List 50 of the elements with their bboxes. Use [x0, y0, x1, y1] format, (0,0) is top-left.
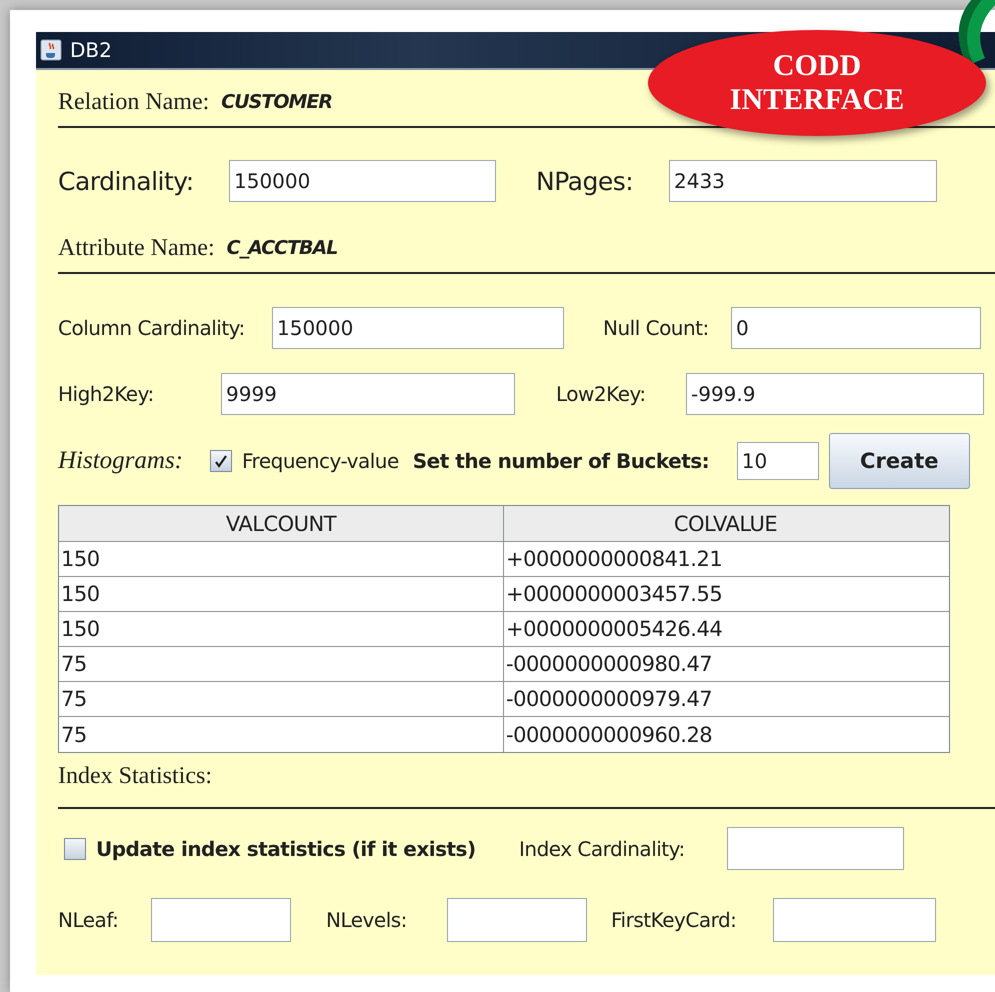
column-header[interactable]: VALCOUNT	[59, 506, 504, 541]
high2key-label: High2Key:	[58, 382, 155, 406]
npages-field[interactable]: 2433	[669, 160, 937, 202]
null-count-label: Null Count:	[602, 316, 710, 340]
table-cell: 150	[59, 577, 504, 611]
index-cardinality-field[interactable]	[727, 827, 904, 870]
window-title: DB2	[70, 38, 112, 62]
column-cardinality-label: Column Cardinality:	[58, 316, 246, 340]
column-cardinality-field[interactable]: 150000	[272, 307, 564, 349]
table-cell: 150	[59, 612, 504, 646]
histograms-label: Histograms:	[58, 447, 184, 475]
column-header[interactable]: COLVALUE	[504, 506, 947, 541]
nlevels-field[interactable]	[447, 898, 587, 942]
table-cell-text: +0000000003457.55	[505, 581, 724, 608]
table-cell-text: +0000000000841.21	[505, 546, 724, 573]
table-cell-text: +0000000005426.44	[505, 616, 724, 643]
nleaf-label: NLeaf:	[58, 908, 120, 932]
nlevels-label: NLevels:	[325, 908, 408, 932]
table-cell: 75	[59, 647, 504, 681]
table-cell-text: -0000000000960.28	[505, 722, 714, 748]
npages-label: NPages:	[535, 166, 634, 196]
table-cell: 150	[59, 542, 504, 576]
relation-label: Relation Name:	[58, 88, 210, 116]
table-cell-text: -0000000000980.47	[505, 651, 714, 678]
null-count-field[interactable]: 0	[731, 307, 981, 349]
index-cardinality-label: Index Cardinality:	[519, 836, 686, 860]
update-label: Update index statistics (if it exists)	[96, 836, 477, 860]
table-cell: 75	[59, 682, 504, 716]
relation-name: CUSTOMER	[221, 91, 332, 113]
attribute-name: C_ACCTBAL	[226, 237, 338, 259]
firstkeycard-label: FirstKeyCard:	[610, 908, 738, 932]
buckets-label: Set the number of Buckets:	[412, 449, 710, 473]
cardinality-label: Cardinality:	[58, 166, 195, 196]
firstkeycard-field[interactable]	[773, 898, 936, 942]
attribute-label: Attribute Name:	[58, 234, 215, 262]
table-cell: 75	[59, 717, 504, 752]
index-statistics-label: Index Statistics:	[58, 762, 212, 790]
low2key-label: Low2Key:	[555, 382, 647, 406]
frequency-checkbox[interactable]	[210, 450, 232, 472]
update-checkbox[interactable]	[64, 838, 86, 860]
low2key-field[interactable]: -999.9	[686, 373, 984, 415]
cardinality-field[interactable]: 150000	[229, 160, 496, 202]
nleaf-field[interactable]	[151, 898, 291, 942]
frequency-label: Frequency-value	[242, 449, 399, 473]
high2key-field[interactable]: 9999	[221, 373, 515, 415]
checkmark-icon	[214, 454, 228, 468]
cup-icon	[40, 39, 62, 61]
buckets-field[interactable]: 10	[736, 442, 819, 480]
table-cell-text: -0000000000979.47	[505, 686, 714, 713]
create-button[interactable]: Create	[828, 433, 970, 489]
